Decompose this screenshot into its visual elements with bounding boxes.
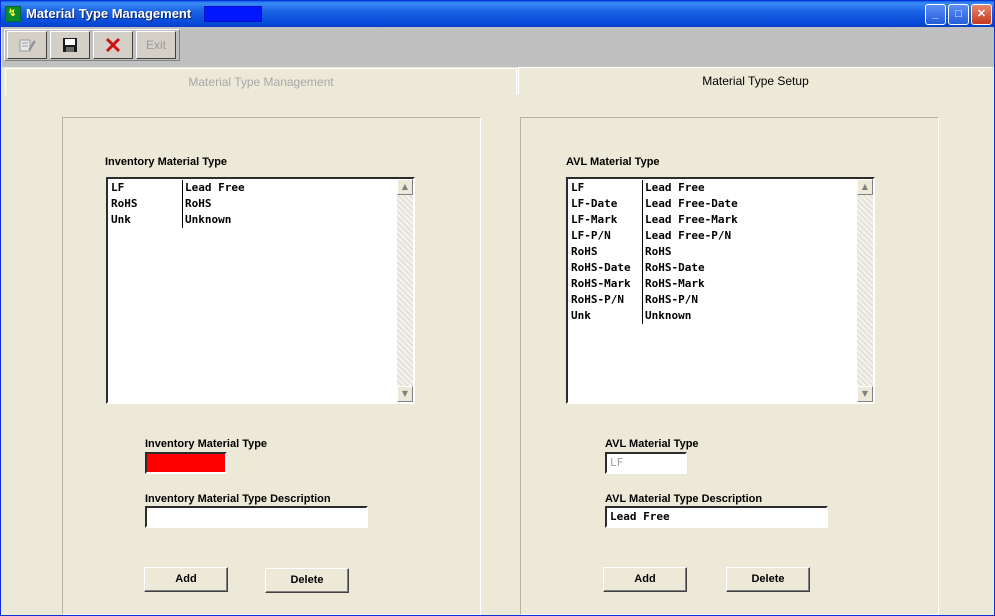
list-item[interactable]: RoHS RoHS (570, 244, 856, 260)
tab-material-type-setup[interactable]: Material Type Setup (518, 67, 992, 94)
inventory-listbox[interactable]: LF Lead Free RoHS RoHS Unk Unknown ▲ ▼ (106, 177, 415, 404)
edit-button[interactable] (7, 31, 47, 59)
list-item-code: LF (110, 180, 183, 196)
list-item[interactable]: Unk Unknown (110, 212, 396, 228)
avl-scrollbar[interactable]: ▲ ▼ (857, 179, 873, 402)
toolbar-group: Exit (4, 29, 180, 61)
scroll-down-icon[interactable]: ▼ (857, 386, 873, 402)
avl-list-title: AVL Material Type (566, 156, 660, 168)
list-item-code: Unk (110, 212, 183, 228)
scroll-up-icon[interactable]: ▲ (397, 179, 413, 195)
close-icon[interactable]: ✕ (971, 4, 992, 25)
list-item-code: RoHS-Date (570, 260, 643, 276)
save-button[interactable] (50, 31, 90, 59)
list-item-description: Lead Free-P/N (645, 229, 732, 242)
inventory-rows: LF Lead Free RoHS RoHS Unk Unknown (110, 180, 396, 402)
minimize-icon[interactable]: _ (925, 4, 946, 25)
list-item-code: LF-Mark (570, 212, 643, 228)
list-item[interactable]: LF-Mark Lead Free-Mark (570, 212, 856, 228)
list-item[interactable]: RoHS-Mark RoHS-Mark (570, 276, 856, 292)
list-item-description: Lead Free (645, 181, 705, 194)
scroll-up-icon[interactable]: ▲ (857, 179, 873, 195)
list-item[interactable]: RoHS-Date RoHS-Date (570, 260, 856, 276)
avl-rows: LF Lead Free LF-Date Lead Free-Date LF-Mark L… (570, 180, 856, 402)
list-item-description: RoHS-P/N (645, 293, 698, 306)
list-item-description: Unknown (185, 213, 232, 226)
list-item-description: RoHS (185, 197, 212, 210)
inventory-type-field[interactable] (145, 452, 227, 474)
x-icon (105, 37, 121, 53)
list-item[interactable]: Unk Unknown (570, 308, 856, 324)
avl-desc-field[interactable]: Lead Free (605, 506, 828, 528)
toolbar: Exit (2, 27, 994, 67)
title-bar[interactable]: ↯ Material Type Management _ □ ✕ (1, 1, 994, 27)
list-item-description: RoHS (645, 245, 672, 258)
list-item-description: Lead Free (185, 181, 245, 194)
inventory-add-button[interactable]: Add (144, 567, 228, 592)
list-item-description: RoHS-Mark (645, 277, 705, 290)
list-item[interactable]: LF Lead Free (570, 180, 856, 196)
list-item[interactable]: LF Lead Free (110, 180, 396, 196)
exit-button[interactable]: Exit (136, 31, 176, 59)
maximize-icon[interactable]: □ (948, 4, 969, 25)
list-item-description: Lead Free-Date (645, 197, 738, 210)
avl-listbox[interactable]: LF Lead Free LF-Date Lead Free-Date LF-Mark L… (566, 177, 875, 404)
tab-strip: Material Type Management Material Type S… (1, 67, 994, 95)
avl-desc-label: AVL Material Type Description (605, 493, 763, 505)
list-item-code: LF-Date (570, 196, 643, 212)
inventory-scrollbar[interactable]: ▲ ▼ (397, 179, 413, 402)
list-item-code: LF (570, 180, 643, 196)
list-item[interactable]: RoHS-P/N RoHS-P/N (570, 292, 856, 308)
inventory-list-title: Inventory Material Type (105, 156, 228, 168)
inventory-desc-label: Inventory Material Type Description (145, 493, 331, 505)
inventory-delete-button[interactable]: Delete (265, 568, 349, 593)
list-item[interactable]: LF-P/N Lead Free-P/N (570, 228, 856, 244)
edit-icon (19, 39, 36, 52)
scroll-down-icon[interactable]: ▼ (397, 386, 413, 402)
avl-type-label: AVL Material Type (605, 438, 699, 450)
list-item[interactable]: LF-Date Lead Free-Date (570, 196, 856, 212)
list-item-code: RoHS (110, 196, 183, 212)
inventory-desc-field[interactable] (145, 506, 368, 528)
list-item-description: Lead Free-Mark (645, 213, 738, 226)
tab-material-type-management[interactable]: Material Type Management (5, 68, 517, 95)
list-item[interactable]: RoHS RoHS (110, 196, 396, 212)
inventory-type-label: Inventory Material Type (145, 438, 268, 450)
list-item-code: Unk (570, 308, 643, 324)
list-item-description: RoHS-Date (645, 261, 705, 274)
list-item-code: RoHS-Mark (570, 276, 643, 292)
delete-button[interactable] (93, 31, 133, 59)
list-item-code: RoHS (570, 244, 643, 260)
app-window: ↯ Material Type Management _ □ ✕ Exit Ma… (0, 0, 995, 616)
list-item-code: RoHS-P/N (570, 292, 643, 308)
title-highlight-box (204, 6, 262, 22)
app-icon[interactable]: ↯ (5, 6, 21, 22)
avl-add-button[interactable]: Add (603, 567, 687, 592)
window-title: Material Type Management (26, 6, 192, 21)
list-item-code: LF-P/N (570, 228, 643, 244)
avl-delete-button[interactable]: Delete (726, 567, 810, 592)
avl-type-field[interactable]: LF (605, 452, 687, 474)
list-item-description: Unknown (645, 309, 692, 322)
save-icon (63, 38, 77, 52)
